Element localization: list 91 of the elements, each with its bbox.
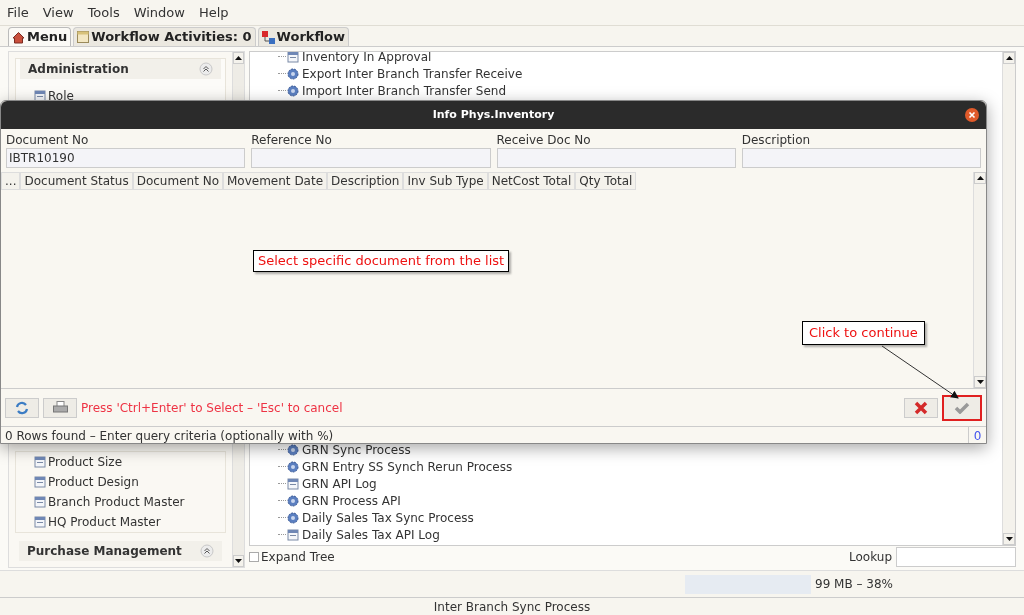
menu-title[interactable]: File — [7, 2, 29, 23]
menu-title[interactable]: Window — [133, 2, 185, 23]
checkmark-icon — [954, 401, 970, 414]
column-header[interactable]: Inv Sub Type — [403, 172, 488, 190]
section-header[interactable]: Purchase Management — [19, 541, 222, 561]
column-header[interactable]: Qty Total — [575, 172, 637, 190]
memory-usage: 99 MB – 38% — [815, 576, 893, 593]
scrollbar[interactable] — [1002, 52, 1015, 545]
field-label: Document No — [6, 132, 90, 148]
scroll-down-button[interactable] — [974, 376, 986, 388]
scroll-up-button[interactable] — [1003, 52, 1015, 64]
scroll-down-button[interactable] — [233, 555, 244, 567]
home-icon — [12, 30, 25, 44]
tree-item[interactable]: GRN Sync Process — [302, 440, 411, 459]
tree-item[interactable]: Import Inter Branch Transfer Send — [302, 81, 507, 100]
text-field[interactable]: IBTR10190 — [6, 148, 246, 168]
menu-title[interactable]: Tools — [87, 2, 120, 23]
gear-icon — [287, 443, 299, 456]
menu-item[interactable]: Product Design — [16, 472, 225, 492]
tree-item[interactable]: Export Inter Branch Transfer Receive — [302, 64, 523, 83]
gear-icon — [287, 67, 299, 80]
status-bar: Inter Branch Sync Process — [0, 597, 1024, 615]
field-label: Reference No — [251, 132, 333, 148]
scroll-up-button[interactable] — [233, 52, 244, 64]
column-header[interactable]: Document No — [132, 172, 223, 190]
menu-title[interactable]: Help — [198, 2, 229, 23]
menu-item[interactable]: Product Size — [16, 452, 225, 472]
tree-item[interactable]: GRN API Log — [302, 474, 377, 493]
triangle-icon — [976, 380, 984, 384]
refresh-icon — [15, 400, 29, 415]
text-field[interactable] — [251, 148, 491, 168]
menu-item[interactable]: HQ Product Master — [16, 512, 225, 532]
column-header[interactable]: NetCost Total — [487, 172, 576, 190]
text-field[interactable] — [496, 148, 736, 168]
gear-icon — [287, 84, 299, 97]
text-field[interactable] — [741, 148, 981, 168]
gear-icon — [287, 494, 299, 507]
triangle-icon — [1005, 56, 1013, 60]
window-icon — [34, 476, 46, 488]
column-header[interactable]: Description — [327, 172, 404, 190]
menu-title[interactable]: View — [42, 2, 74, 23]
scroll-down-button[interactable] — [1003, 533, 1015, 545]
field-label: Lookup — [849, 549, 892, 566]
gear-icon — [287, 511, 299, 524]
field-label: Receive Doc No — [496, 132, 592, 148]
calendar-icon — [77, 31, 90, 43]
tab[interactable]: Workflow — [257, 27, 350, 46]
collapse-icon[interactable] — [200, 544, 214, 558]
triangle-icon — [235, 559, 242, 563]
tree-item[interactable]: GRN Entry SS Synch Rerun Process — [302, 457, 513, 476]
tree-item[interactable]: Inventory In Approval — [302, 52, 432, 66]
scroll-up-button[interactable] — [974, 172, 986, 184]
triangle-icon — [1005, 537, 1013, 541]
checkbox[interactable] — [249, 552, 259, 562]
workflow-icon — [261, 30, 275, 44]
checkbox-label: Expand Tree — [261, 549, 335, 566]
scrollbar[interactable] — [973, 172, 986, 388]
callout: Click to continue — [802, 321, 925, 345]
tree-item[interactable]: Daily Sales Tax API Log — [302, 525, 440, 544]
tab[interactable]: Workflow Activities: 0 — [73, 27, 256, 46]
column-header[interactable]: Document Status — [20, 172, 133, 190]
refresh-button[interactable] — [5, 397, 39, 418]
window-icon — [34, 516, 46, 528]
hint-text: Press 'Ctrl+Enter' to Select – 'Esc' to cancel — [81, 399, 344, 417]
cancel-button[interactable] — [904, 397, 938, 418]
tree-item[interactable]: Daily Sales Tax Sync Process — [302, 508, 474, 527]
tab[interactable]: Menu — [8, 27, 72, 46]
window-icon — [287, 477, 299, 490]
section-header[interactable]: Administration — [20, 59, 221, 79]
row-count: 0 — [968, 427, 986, 443]
tree-item[interactable]: GRN Process API — [302, 491, 401, 510]
column-header[interactable]: ... — [1, 172, 21, 190]
close-icon[interactable] — [965, 108, 979, 122]
callout: Select specific document from the list — [253, 250, 510, 272]
printer-icon — [52, 401, 68, 414]
window-icon — [287, 528, 299, 541]
status-text: 0 Rows found – Enter query criteria (optionally with %) — [4, 428, 335, 443]
triangle-icon — [976, 176, 984, 180]
triangle-icon — [235, 56, 242, 60]
window-icon — [34, 456, 46, 468]
dialog-title: Info Phys.Inventory — [432, 106, 555, 123]
print-button[interactable] — [43, 397, 77, 418]
menu-item[interactable]: Branch Product Master — [16, 492, 225, 512]
collapse-icon[interactable] — [199, 62, 213, 76]
close-icon — [914, 400, 928, 415]
window-icon — [34, 496, 46, 508]
lookup-field[interactable] — [896, 547, 1016, 567]
column-header[interactable]: Movement Date — [223, 172, 328, 190]
gear-icon — [287, 460, 299, 473]
field-label: Description — [741, 132, 812, 148]
ok-button[interactable] — [942, 394, 982, 421]
